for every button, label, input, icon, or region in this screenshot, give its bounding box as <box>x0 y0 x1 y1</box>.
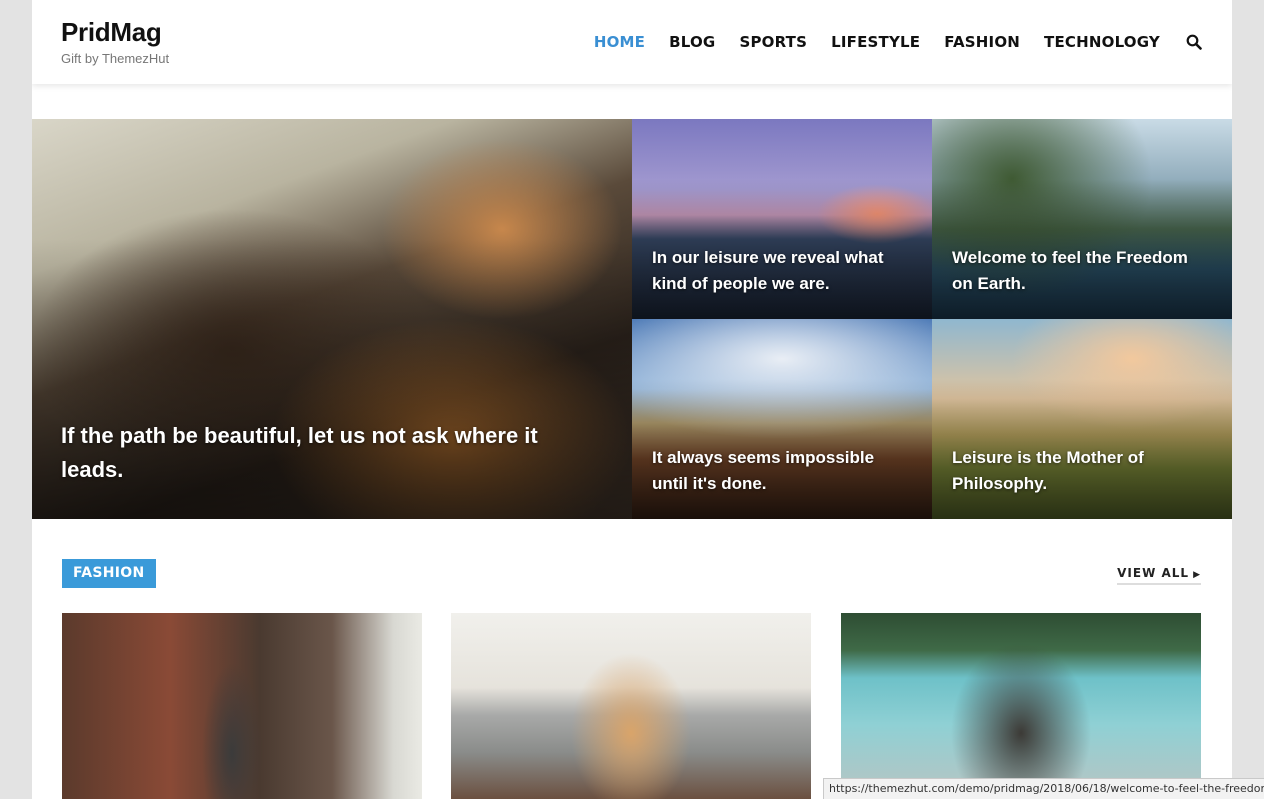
view-all-link[interactable]: VIEW ALL ▶ <box>1117 566 1201 585</box>
hero-post-mountain[interactable]: Welcome to feel the Freedom on Earth. <box>932 119 1232 319</box>
caret-right-icon: ▶ <box>1193 570 1201 580</box>
fashion-post-image[interactable] <box>841 613 1201 799</box>
link-status-bar: https://themezhut.com/demo/pridmag/2018/… <box>823 778 1264 799</box>
hero-post-title[interactable]: In our leisure we reveal what kind of pe… <box>652 245 912 297</box>
site-logo[interactable]: PridMag <box>61 17 162 48</box>
hero-post-horse[interactable]: Leisure is the Mother of Philosophy. <box>932 319 1232 519</box>
nav-item-blog[interactable]: BLOG <box>669 33 715 51</box>
main-nav: HOME BLOG SPORTS LIFESTYLE FASHION TECHN… <box>594 33 1160 51</box>
hero-post-title[interactable]: Leisure is the Mother of Philosophy. <box>952 445 1212 497</box>
search-button[interactable] <box>1186 34 1202 50</box>
hero-post-title[interactable]: Welcome to feel the Freedom on Earth. <box>952 245 1212 297</box>
hero-main-title[interactable]: If the path be beautiful, let us not ask… <box>61 419 572 487</box>
hero-post-city[interactable]: In our leisure we reveal what kind of pe… <box>632 119 932 319</box>
fashion-post-image[interactable] <box>451 613 811 799</box>
nav-item-home[interactable]: HOME <box>594 33 645 51</box>
fashion-post-image[interactable] <box>62 613 422 799</box>
view-all-label: VIEW ALL <box>1117 566 1190 580</box>
page: PridMag Gift by ThemezHut HOME BLOG SPOR… <box>32 0 1232 799</box>
hero-post-railway[interactable]: It always seems impossible until it's do… <box>632 319 932 519</box>
site-header: PridMag Gift by ThemezHut HOME BLOG SPOR… <box>32 0 1232 84</box>
nav-item-fashion[interactable]: FASHION <box>944 33 1020 51</box>
nav-item-lifestyle[interactable]: LIFESTYLE <box>831 33 920 51</box>
section-label-fashion[interactable]: FASHION <box>62 559 156 588</box>
hero-main-post[interactable]: If the path be beautiful, let us not ask… <box>32 119 632 519</box>
site-tagline: Gift by ThemezHut <box>61 51 170 66</box>
nav-item-sports[interactable]: SPORTS <box>739 33 807 51</box>
hero-grid: If the path be beautiful, let us not ask… <box>32 119 1232 519</box>
nav-item-technology[interactable]: TECHNOLOGY <box>1044 33 1160 51</box>
search-icon <box>1186 34 1202 50</box>
hero-post-title[interactable]: It always seems impossible until it's do… <box>652 445 912 497</box>
